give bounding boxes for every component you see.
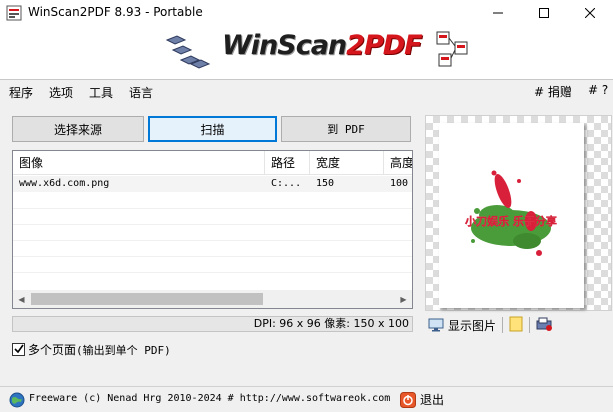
scroll-right-icon[interactable]: ▶	[395, 290, 412, 308]
menu-tools[interactable]: 工具	[89, 84, 113, 101]
scan-button[interactable]: 扫描	[148, 116, 277, 142]
cell-image-name: www.x6d.com.png	[19, 178, 110, 189]
globe-icon[interactable]	[9, 392, 25, 411]
maximize-icon	[539, 8, 549, 18]
menu-language[interactable]: 语言	[129, 84, 153, 101]
cell-path: C:...	[271, 178, 302, 189]
open-folder-button[interactable]	[509, 316, 523, 335]
to-pdf-button[interactable]: 到 PDF	[281, 116, 411, 142]
menu-bar: 程序 选项 工具 语言 # 捐赠 # ?	[0, 79, 613, 103]
cell-width: 150	[316, 178, 335, 189]
scrollbar-thumb[interactable]	[31, 293, 263, 305]
preview-caption: 小刀娱乐 乐于分享	[464, 214, 557, 228]
image-list[interactable]: 图像 路径 宽度 高度 www.x6d.com.png C:... 150 10…	[12, 150, 413, 309]
column-height[interactable]: 高度	[384, 151, 412, 175]
show-image-button[interactable]: 显示图片	[428, 317, 496, 334]
show-image-label: 显示图片	[448, 318, 497, 333]
banner: WinScan2PDF	[0, 26, 613, 78]
column-path[interactable]: 路径	[265, 151, 310, 175]
select-source-button[interactable]: 选择来源	[12, 116, 144, 142]
menu-program[interactable]: 程序	[9, 84, 33, 101]
column-image[interactable]: 图像	[13, 151, 265, 175]
preview-toolbar: 显示图片	[428, 315, 554, 335]
scanner-arrows-icon	[165, 34, 215, 73]
minimize-icon	[493, 12, 503, 14]
scanner-settings-button[interactable]	[536, 316, 554, 335]
dpi-status: DPI: 96 x 96 像素: 150 x 100	[12, 316, 413, 332]
monitor-icon	[428, 318, 444, 332]
toolbar-separator	[529, 317, 531, 333]
multipage-hint: (输出到单个 PDF)	[76, 343, 171, 357]
grid-line	[13, 208, 412, 209]
toolbar-separator	[502, 317, 504, 333]
main-panel: 选择来源 扫描 到 PDF 图像 路径 宽度 高度 www.x6d.com.pn…	[0, 103, 613, 386]
menu-help[interactable]: # ?	[588, 83, 608, 97]
multipage-option[interactable]: 多个页面(输出到单个 PDF)	[12, 341, 171, 357]
grid-line	[13, 256, 412, 257]
cell-height: 100	[390, 178, 409, 189]
multipage-label: 多个页面	[28, 342, 77, 357]
settings-icon	[536, 317, 553, 331]
table-row[interactable]: www.x6d.com.png C:... 150 100	[13, 176, 412, 192]
file-icon	[509, 316, 523, 331]
image-preview: 小刀娱乐 乐于分享	[425, 115, 612, 311]
multipage-checkbox[interactable]	[12, 342, 25, 356]
preview-image: 小刀娱乐 乐于分享	[464, 170, 557, 256]
footer-bar: Freeware (c) Nenad Hrg 2010-2024 # http:…	[0, 386, 613, 412]
exit-button[interactable]: 退出	[400, 391, 444, 408]
maximize-button[interactable]	[521, 0, 567, 26]
close-icon	[585, 8, 595, 18]
power-icon	[400, 391, 416, 408]
scroll-left-icon[interactable]: ◀	[13, 290, 30, 308]
menu-donate[interactable]: # 捐赠	[534, 83, 572, 100]
preview-page: 小刀娱乐 乐于分享	[439, 123, 584, 308]
checkmark-icon	[13, 344, 24, 354]
app-icon	[6, 5, 22, 21]
close-button[interactable]	[567, 0, 613, 26]
title-bar: WinScan2PDF 8.93 - Portable	[0, 0, 613, 26]
copyright-link[interactable]: Freeware (c) Nenad Hrg 2010-2024 # http:…	[29, 393, 390, 404]
app-logo: WinScan2PDF	[222, 30, 423, 61]
grid-line	[13, 240, 412, 241]
pdf-pages-icon	[435, 30, 475, 77]
column-width[interactable]: 宽度	[310, 151, 384, 175]
menu-options[interactable]: 选项	[49, 84, 73, 101]
window-title: WinScan2PDF 8.93 - Portable	[28, 5, 203, 19]
grid-line	[13, 224, 412, 225]
list-header: 图像 路径 宽度 高度	[13, 151, 412, 175]
exit-label: 退出	[420, 393, 445, 407]
grid-line	[13, 272, 412, 273]
minimize-button[interactable]	[475, 0, 521, 26]
horizontal-scrollbar[interactable]: ◀ ▶	[13, 290, 412, 308]
